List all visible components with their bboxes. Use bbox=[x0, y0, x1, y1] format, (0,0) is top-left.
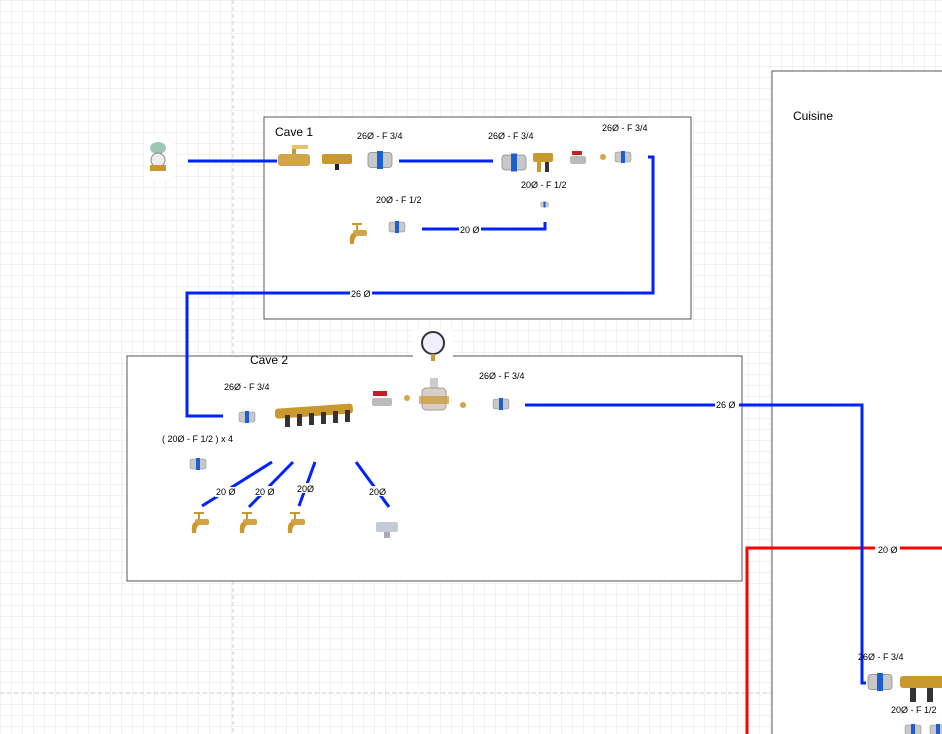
pipe-fitting-icon[interactable] bbox=[540, 201, 549, 208]
pipe-fitting-icon[interactable] bbox=[867, 672, 893, 692]
pipe-label: 20Ø bbox=[297, 484, 314, 494]
nipple-fitting-icon[interactable] bbox=[600, 154, 606, 160]
fitting-label: 20Ø - F 1/2 bbox=[891, 705, 937, 715]
pipe-fitting-icon[interactable] bbox=[614, 150, 632, 164]
fitting-label: 26Ø - F 3/4 bbox=[858, 652, 904, 662]
room-title: Cave 1 bbox=[275, 125, 313, 139]
pipe-fitting-icon[interactable] bbox=[388, 220, 406, 234]
fitting-label: 26Ø - F 3/4 bbox=[479, 371, 525, 381]
fitting-label: 20Ø - F 1/2 bbox=[376, 195, 422, 205]
room-title: Cave 2 bbox=[250, 353, 288, 367]
pipe-label: 20 Ø bbox=[878, 545, 898, 555]
pipe-fitting-icon[interactable] bbox=[189, 457, 207, 471]
diagram-canvas[interactable]: Cuisine Cave 1 Cave 2 26Ø - F 3/4 26Ø - … bbox=[0, 0, 942, 734]
room-cave1[interactable] bbox=[263, 116, 692, 320]
pipe-label: 26 Ø bbox=[716, 400, 736, 410]
nipple-fitting-icon[interactable] bbox=[460, 402, 466, 408]
pipe-fitting-icon[interactable] bbox=[492, 397, 510, 411]
pipe-fitting-icon[interactable] bbox=[238, 410, 256, 424]
fitting-label: 26Ø - F 3/4 bbox=[602, 123, 648, 133]
pressure-gauge-icon[interactable] bbox=[413, 329, 453, 363]
pipe-fitting-icon[interactable] bbox=[929, 723, 942, 734]
nipple-fitting-icon[interactable] bbox=[404, 395, 410, 401]
pipe-fitting-icon[interactable] bbox=[904, 723, 922, 734]
pipe-label: 26 Ø bbox=[351, 289, 371, 299]
pipe-label: 20Ø bbox=[369, 487, 386, 497]
water-meter-icon[interactable] bbox=[144, 136, 174, 180]
room-cuisine[interactable] bbox=[771, 70, 942, 734]
fitting-label: 26Ø - F 3/4 bbox=[224, 382, 270, 392]
fitting-label: 20Ø - F 1/2 bbox=[521, 180, 567, 190]
pipe-fitting-icon[interactable] bbox=[501, 152, 527, 173]
fitting-label: 26Ø - F 3/4 bbox=[488, 131, 534, 141]
fitting-label: 26Ø - F 3/4 bbox=[357, 131, 403, 141]
fitting-label: ( 20Ø - F 1/2 ) x 4 bbox=[162, 434, 233, 444]
pipe-label: 20 Ø bbox=[255, 487, 275, 497]
pipe-label: 20 Ø bbox=[216, 487, 236, 497]
room-title: Cuisine bbox=[793, 109, 833, 123]
pipe-fitting-icon[interactable] bbox=[367, 150, 393, 170]
pipe-label: 20 Ø bbox=[460, 225, 480, 235]
